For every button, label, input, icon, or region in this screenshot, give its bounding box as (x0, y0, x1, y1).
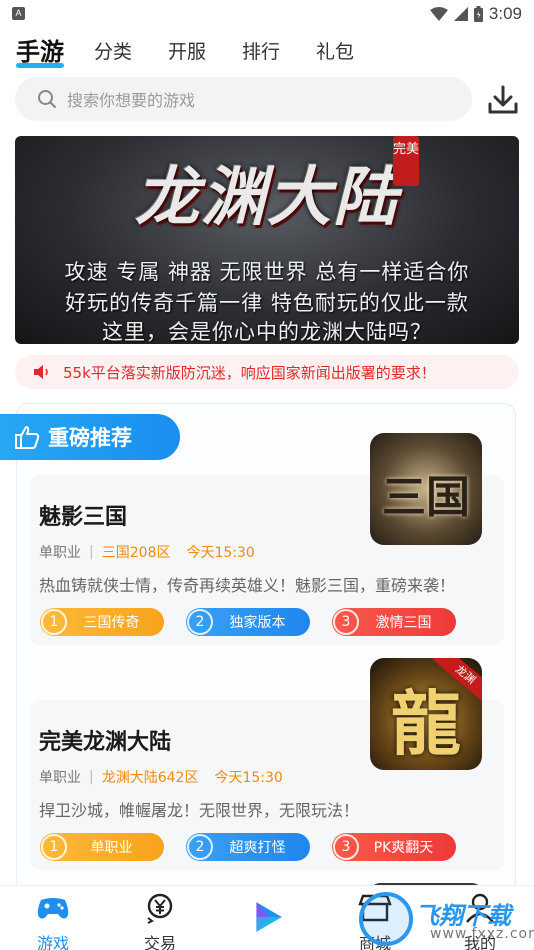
meta-divider: | (89, 769, 94, 785)
battery-icon (473, 6, 483, 22)
signal-icon (453, 7, 468, 21)
game-server: 龙渊大陆642区 (101, 770, 199, 786)
game-tag[interactable]: 2 独家版本 (186, 608, 310, 636)
speaker-icon (34, 365, 48, 379)
gamepad-icon (37, 898, 69, 919)
top-tabs: 手游 分类 开服 排行 礼包 (16, 34, 390, 68)
game-open-time: 今天15:30 (214, 770, 283, 786)
tab-rankings[interactable]: 排行 (242, 38, 280, 66)
search-placeholder: 搜索你想要的游戏 (67, 91, 196, 110)
game-tag[interactable]: 1 单职业 (40, 833, 164, 861)
notification-app-icon: A (12, 7, 25, 20)
tab-categories[interactable]: 分类 (94, 38, 132, 66)
game-tag[interactable]: 3 激情三国 (332, 608, 456, 636)
game-title: 完美龙渊大陆 (39, 730, 172, 755)
nav-trade[interactable]: 交易 (120, 892, 200, 950)
thumbs-up-icon (15, 426, 40, 449)
tag-label: 激情三国 (375, 615, 432, 631)
promo-banner[interactable]: 龙渊大陆 完美 攻速 专属 神器 无限世界 总有一样适合你 好玩的传奇千篇一律 … (15, 136, 519, 344)
banner-line-2: 好玩的传奇千篇一律 特色耐玩的仅此一款 (65, 291, 469, 315)
tag-number: 1 (41, 609, 67, 635)
wifi-icon (429, 7, 448, 21)
nav-label: 交易 (143, 934, 176, 950)
clock: 3:09 (488, 4, 522, 23)
tab-new-servers[interactable]: 开服 (168, 38, 206, 66)
game-type: 单职业 (39, 770, 81, 786)
meta-divider: | (89, 544, 94, 560)
nav-games[interactable]: 游戏 (13, 892, 93, 950)
game-type: 单职业 (39, 545, 81, 561)
game-tag[interactable]: 3 PK爽翻天 (332, 833, 456, 861)
game-tags: 1 单职业 2 超爽打怪 3 PK爽翻天 (40, 833, 456, 861)
tag-label: 三国传奇 (83, 615, 140, 631)
game-thumbnail[interactable]: 龍 龙渊 (370, 658, 482, 770)
tag-label: PK爽翻天 (373, 840, 434, 856)
game-open-time: 今天15:30 (186, 545, 255, 561)
notice-bar[interactable]: 55k平台落实新版防沉迷，响应国家新闻出版署的要求！ (15, 355, 519, 389)
tag-number: 1 (41, 834, 67, 860)
search-icon (38, 90, 56, 108)
nav-play[interactable] (227, 898, 307, 940)
banner-logo: 龙渊大陆 (135, 160, 399, 235)
game-meta: 单职业 | 龙渊大陆642区 今天15:30 (39, 767, 283, 787)
banner-seal: 完美 (393, 136, 419, 186)
game-title: 魅影三国 (39, 505, 128, 530)
section-title: 重磅推荐 (48, 426, 132, 450)
watermark: 飞翔下载 www.fxxz.com (355, 892, 534, 946)
nav-label: 游戏 (36, 934, 69, 950)
tag-label: 超爽打怪 (229, 840, 286, 856)
tag-number: 2 (187, 609, 213, 635)
tab-mobile-games[interactable]: 手游 (16, 38, 64, 68)
game-meta: 单职业 | 三国208区 今天15:30 (39, 542, 255, 562)
play-icon (256, 902, 282, 932)
game-tags: 1 三国传奇 2 独家版本 3 激情三国 (40, 608, 456, 636)
tag-label: 单职业 (90, 840, 133, 856)
status-icons: 3:09 (429, 3, 522, 25)
game-description: 捍卫沙城，帷幄屠龙！无限世界，无限玩法！ (39, 801, 360, 820)
status-bar: A 3:09 (0, 0, 534, 28)
watermark-url: www.fxxz.com (430, 926, 534, 942)
game-description: 热血铸就侠士情，传奇再续英雄义！魅影三国，重磅来袭！ (39, 576, 456, 595)
download-icon[interactable] (486, 84, 520, 116)
game-server: 三国208区 (101, 545, 171, 561)
watermark-logo-icon (359, 892, 413, 946)
game-tag[interactable]: 1 三国传奇 (40, 608, 164, 636)
search-bar[interactable]: 搜索你想要的游戏 (15, 77, 472, 121)
tag-number: 2 (187, 834, 213, 860)
tag-label: 独家版本 (229, 615, 286, 631)
game-thumbnail[interactable]: 三国 (370, 433, 482, 545)
section-badge: 重磅推荐 (0, 414, 180, 460)
thumbnail-glyph: 三国 (382, 472, 470, 523)
tab-gift-packs[interactable]: 礼包 (316, 38, 354, 66)
banner-line-1: 攻速 专属 神器 无限世界 总有一样适合你 (64, 260, 470, 284)
yen-exchange-icon (147, 893, 173, 924)
tag-number: 3 (333, 834, 359, 860)
banner-line-3: 这里，会是你心中的龙渊大陆吗？ (102, 320, 432, 344)
game-tag[interactable]: 2 超爽打怪 (186, 833, 310, 861)
notice-text: 55k平台落实新版防沉迷，响应国家新闻出版署的要求！ (63, 363, 436, 382)
tag-number: 3 (333, 609, 359, 635)
